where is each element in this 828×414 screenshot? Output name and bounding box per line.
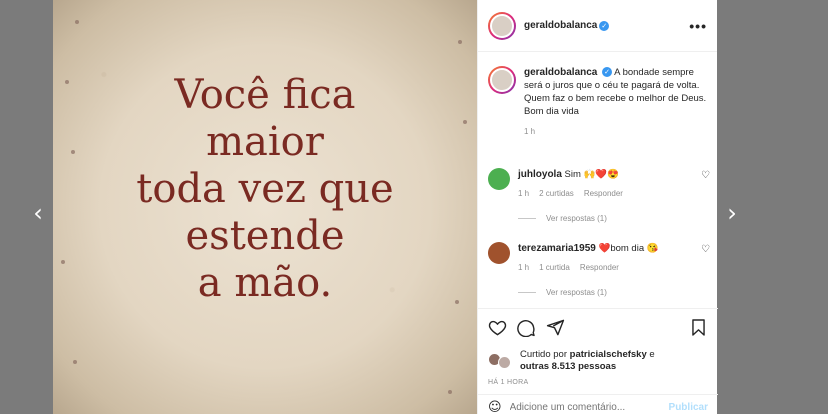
decorative-dot bbox=[448, 390, 452, 394]
liked-by-avatars bbox=[488, 353, 514, 369]
header-username[interactable]: geraldobalanca bbox=[524, 20, 597, 31]
post-timestamp: HÁ 1 HORA bbox=[488, 379, 529, 386]
decorative-dot bbox=[73, 360, 77, 364]
decorative-dot bbox=[463, 120, 467, 124]
view-replies-label: Ver respostas (1) bbox=[546, 288, 607, 297]
caption-username[interactable]: geraldobalanca bbox=[524, 67, 597, 78]
avatar[interactable] bbox=[488, 168, 510, 190]
reply-button[interactable]: Responder bbox=[584, 187, 623, 200]
liked-by-user[interactable]: patricialschefsky bbox=[570, 349, 647, 360]
comment-icon[interactable] bbox=[517, 318, 536, 337]
likes-prefix: Curtido por bbox=[520, 349, 567, 360]
more-options-icon[interactable]: ••• bbox=[689, 18, 707, 34]
comment-likes[interactable]: 1 curtida bbox=[539, 261, 570, 274]
like-comment-icon[interactable]: ♡ bbox=[701, 170, 710, 181]
decorative-dot bbox=[455, 300, 459, 304]
bookmark-icon[interactable] bbox=[689, 318, 708, 337]
post-image: Você fica maior toda vez que estende a m… bbox=[53, 0, 477, 414]
view-replies-button[interactable]: Ver respostas (1) bbox=[518, 214, 710, 223]
like-comment-icon[interactable]: ♡ bbox=[701, 244, 710, 255]
post-sidebar: geraldobalanca ✓ ••• geraldobalanca ✓ A … bbox=[477, 0, 718, 414]
likes-others[interactable]: outras 8.513 pessoas bbox=[520, 361, 616, 372]
quote-line: maior bbox=[206, 119, 324, 165]
emoji-icon[interactable]: ☺ bbox=[488, 400, 502, 414]
comment: juhloyola Sim 🙌❤️😍 1 h 2 curtidas Respon… bbox=[488, 168, 710, 223]
avatar[interactable] bbox=[488, 11, 516, 40]
previous-post-arrow[interactable]: ‹ bbox=[28, 196, 48, 230]
likes-suffix: e bbox=[649, 349, 655, 360]
add-comment-bar: ☺ Publicar bbox=[478, 394, 718, 414]
decorative-dot bbox=[71, 150, 75, 154]
comment-username[interactable]: terezamaria1959 bbox=[518, 243, 596, 254]
caption-time: 1 h bbox=[524, 127, 536, 136]
avatar[interactable] bbox=[488, 242, 510, 264]
comment-time: 1 h bbox=[518, 263, 530, 272]
share-icon[interactable] bbox=[546, 318, 565, 337]
view-replies-label: Ver respostas (1) bbox=[546, 214, 607, 223]
likes-summary: Curtido por patricialschefsky e outras 8… bbox=[488, 349, 708, 373]
quote-line: toda vez que bbox=[136, 166, 394, 212]
next-post-arrow[interactable]: › bbox=[722, 196, 742, 230]
post-quote: Você fica maior toda vez que estende a m… bbox=[53, 72, 477, 307]
decorative-dot bbox=[65, 80, 69, 84]
post-actions: Curtido por patricialschefsky e outras 8… bbox=[478, 308, 718, 386]
decorative-dot bbox=[61, 260, 65, 264]
publish-button[interactable]: Publicar bbox=[669, 402, 708, 413]
decorative-dot bbox=[75, 20, 79, 24]
comment-username[interactable]: juhloyola bbox=[518, 169, 562, 180]
caption: geraldobalanca ✓ A bondade sempre será o… bbox=[488, 66, 710, 138]
reply-button[interactable]: Responder bbox=[580, 261, 619, 274]
quote-line: Você fica bbox=[174, 72, 356, 118]
post-header: geraldobalanca ✓ ••• bbox=[478, 0, 717, 52]
heart-icon[interactable] bbox=[488, 318, 507, 337]
comment-input[interactable] bbox=[509, 402, 669, 413]
quote-line: estende bbox=[185, 213, 345, 259]
comment: terezamaria1959 ❤️bom dia 😘 1 h 1 curtid… bbox=[488, 242, 710, 297]
comment-likes[interactable]: 2 curtidas bbox=[539, 187, 574, 200]
view-replies-button[interactable]: Ver respostas (1) bbox=[518, 288, 710, 297]
comment-text: ❤️bom dia 😘 bbox=[598, 243, 659, 254]
quote-line: a mão. bbox=[197, 260, 333, 306]
post-modal: Você fica maior toda vez que estende a m… bbox=[53, 0, 718, 414]
comment-time: 1 h bbox=[518, 189, 530, 198]
verified-icon: ✓ bbox=[602, 67, 612, 78]
decorative-dot bbox=[458, 40, 462, 44]
comment-text: Sim 🙌❤️😍 bbox=[564, 169, 620, 180]
avatar[interactable] bbox=[488, 66, 516, 94]
verified-icon: ✓ bbox=[599, 20, 610, 31]
